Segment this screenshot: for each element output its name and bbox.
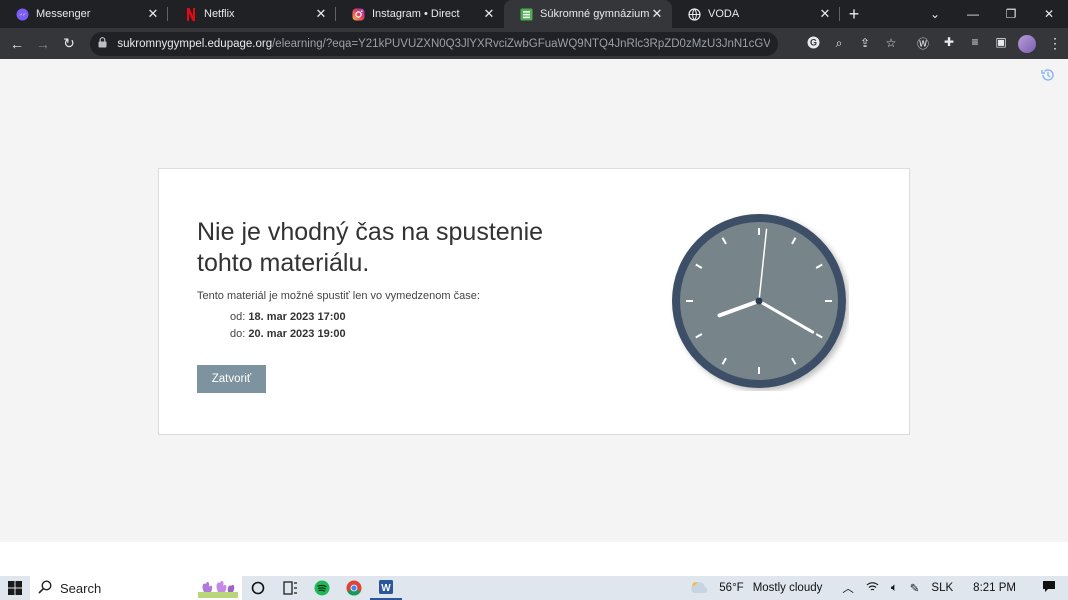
omnibox-actions: G ⌕ ⇪ ☆ <box>800 36 904 52</box>
windows-taskbar: Search W 56°F Mostly cloudy ︿ 🔈︎ ✎ SLK 8… <box>0 576 1068 600</box>
extension-w-icon[interactable]: Ⓦ <box>910 35 936 52</box>
to-label: do: <box>230 328 246 340</box>
profile-avatar[interactable] <box>1018 34 1036 53</box>
from-label: od: <box>230 311 246 323</box>
reload-icon[interactable]: ↻ <box>56 31 82 57</box>
new-tab-button[interactable]: + <box>840 0 868 28</box>
system-tray: 56°F Mostly cloudy ︿ 🔈︎ ✎ SLK 8:21 PM <box>682 576 1068 600</box>
address-bar[interactable]: sukromnygympel.edupage.org /elearning/?e… <box>90 31 778 56</box>
history-icon[interactable] <box>1040 67 1056 86</box>
globe-icon <box>688 7 701 21</box>
url-path: /elearning/?eqa=Y21kPUVUZXN0Q3JlYXRvciZw… <box>272 37 770 50</box>
search-icon <box>38 579 52 597</box>
tab-title: Messenger <box>36 8 91 20</box>
window-controls: ⌄ — ❐ ✕ <box>916 0 1068 28</box>
tab-voda[interactable]: VODA ✕ <box>672 0 840 28</box>
task-view-icon[interactable] <box>274 576 306 600</box>
share-icon[interactable]: ⇪ <box>852 36 878 52</box>
restore-button[interactable]: ❐ <box>992 0 1030 28</box>
chrome-icon[interactable] <box>338 576 370 600</box>
url-host: sukromnygympel.edupage.org <box>117 37 273 50</box>
close-tab-icon[interactable]: ✕ <box>482 6 496 21</box>
zoom-icon[interactable]: ⌕ <box>826 36 852 52</box>
availability-description: Tento materiál je možné spustiť len vo v… <box>197 290 480 302</box>
chevron-up-icon[interactable]: ︿ <box>836 580 860 596</box>
side-panel-icon[interactable]: ▣ <box>988 35 1014 52</box>
weather-temperature[interactable]: 56°F <box>716 582 746 594</box>
wifi-icon[interactable] <box>860 581 885 595</box>
unavailable-dialog: Nie je vhodný čas na spustenie tohto mat… <box>158 168 910 435</box>
weather-icon[interactable] <box>682 579 716 598</box>
media-queue-icon[interactable]: ≡ <box>962 35 988 52</box>
windows-start-icon[interactable] <box>0 581 30 595</box>
to-value: 20. mar 2023 19:00 <box>248 328 346 340</box>
svg-text:G: G <box>809 37 816 47</box>
close-tab-icon[interactable]: ✕ <box>314 6 328 21</box>
pen-icon[interactable]: ✎ <box>904 581 926 595</box>
svg-text:W: W <box>381 583 391 594</box>
messenger-icon <box>16 8 29 21</box>
tab-title: Súkromné gymnázium Ba <box>540 8 650 20</box>
instagram-icon <box>352 8 365 21</box>
from-row: od: 18. mar 2023 17:00 <box>230 311 346 323</box>
google-icon[interactable]: G <box>800 36 826 52</box>
tab-title: VODA <box>708 8 740 20</box>
word-icon[interactable]: W <box>370 576 402 600</box>
tab-edupage[interactable]: Súkromné gymnázium Ba ✕ <box>504 0 672 28</box>
close-tab-icon[interactable]: ✕ <box>650 6 664 21</box>
spotify-icon[interactable] <box>306 576 338 600</box>
menu-icon[interactable]: ⋮ <box>1042 31 1068 57</box>
weather-condition[interactable]: Mostly cloudy <box>747 582 837 594</box>
puzzle-icon[interactable]: ✚ <box>936 35 962 52</box>
close-button[interactable]: Zatvoriť <box>197 365 266 393</box>
page-bottom <box>0 542 1068 576</box>
close-tab-icon[interactable]: ✕ <box>146 6 160 21</box>
page-content: Nie je vhodný čas na spustenie tohto mat… <box>0 59 1068 542</box>
tab-messenger[interactable]: Messenger ✕ <box>0 0 168 28</box>
close-window-button[interactable]: ✕ <box>1030 0 1068 28</box>
browser-toolbar: ← → ↻ sukromnygympel.edupage.org /elearn… <box>0 28 1068 59</box>
taskbar-time[interactable]: 8:21 PM <box>959 582 1030 594</box>
clock-illustration <box>672 214 846 388</box>
minimize-button[interactable]: — <box>954 0 992 28</box>
bookmark-star-icon[interactable]: ☆ <box>878 36 904 52</box>
taskbar-search[interactable]: Search <box>30 576 242 600</box>
forward-icon[interactable]: → <box>30 31 56 57</box>
edupage-icon <box>520 8 533 21</box>
tab-search-icon[interactable]: ⌄ <box>916 0 954 28</box>
tab-title: Netflix <box>204 8 235 20</box>
tab-separator <box>839 7 840 21</box>
search-highlight-flowers <box>198 580 238 598</box>
page-title: Nie je vhodný čas na spustenie tohto mat… <box>197 218 544 277</box>
tab-instagram[interactable]: Instagram • Direct ✕ <box>336 0 504 28</box>
back-icon[interactable]: ← <box>4 31 30 57</box>
clock-center <box>755 297 763 305</box>
tab-title: Instagram • Direct <box>372 8 460 20</box>
volume-icon[interactable]: 🔈︎ <box>885 582 904 595</box>
language-indicator[interactable]: SLK <box>925 582 959 594</box>
notifications-icon[interactable] <box>1030 580 1068 596</box>
from-value: 18. mar 2023 17:00 <box>248 311 346 323</box>
extensions-area: Ⓦ ✚ ≡ ▣ <box>910 35 1014 52</box>
tab-strip: Messenger ✕ Netflix ✕ Instagram • Direct… <box>0 0 1068 28</box>
netflix-icon <box>184 7 197 21</box>
search-placeholder: Search <box>60 580 102 596</box>
close-tab-icon[interactable]: ✕ <box>818 6 832 21</box>
tab-netflix[interactable]: Netflix ✕ <box>168 0 336 28</box>
cortana-icon[interactable] <box>242 576 274 600</box>
to-row: do: 20. mar 2023 19:00 <box>230 328 346 340</box>
lock-icon <box>98 36 111 51</box>
